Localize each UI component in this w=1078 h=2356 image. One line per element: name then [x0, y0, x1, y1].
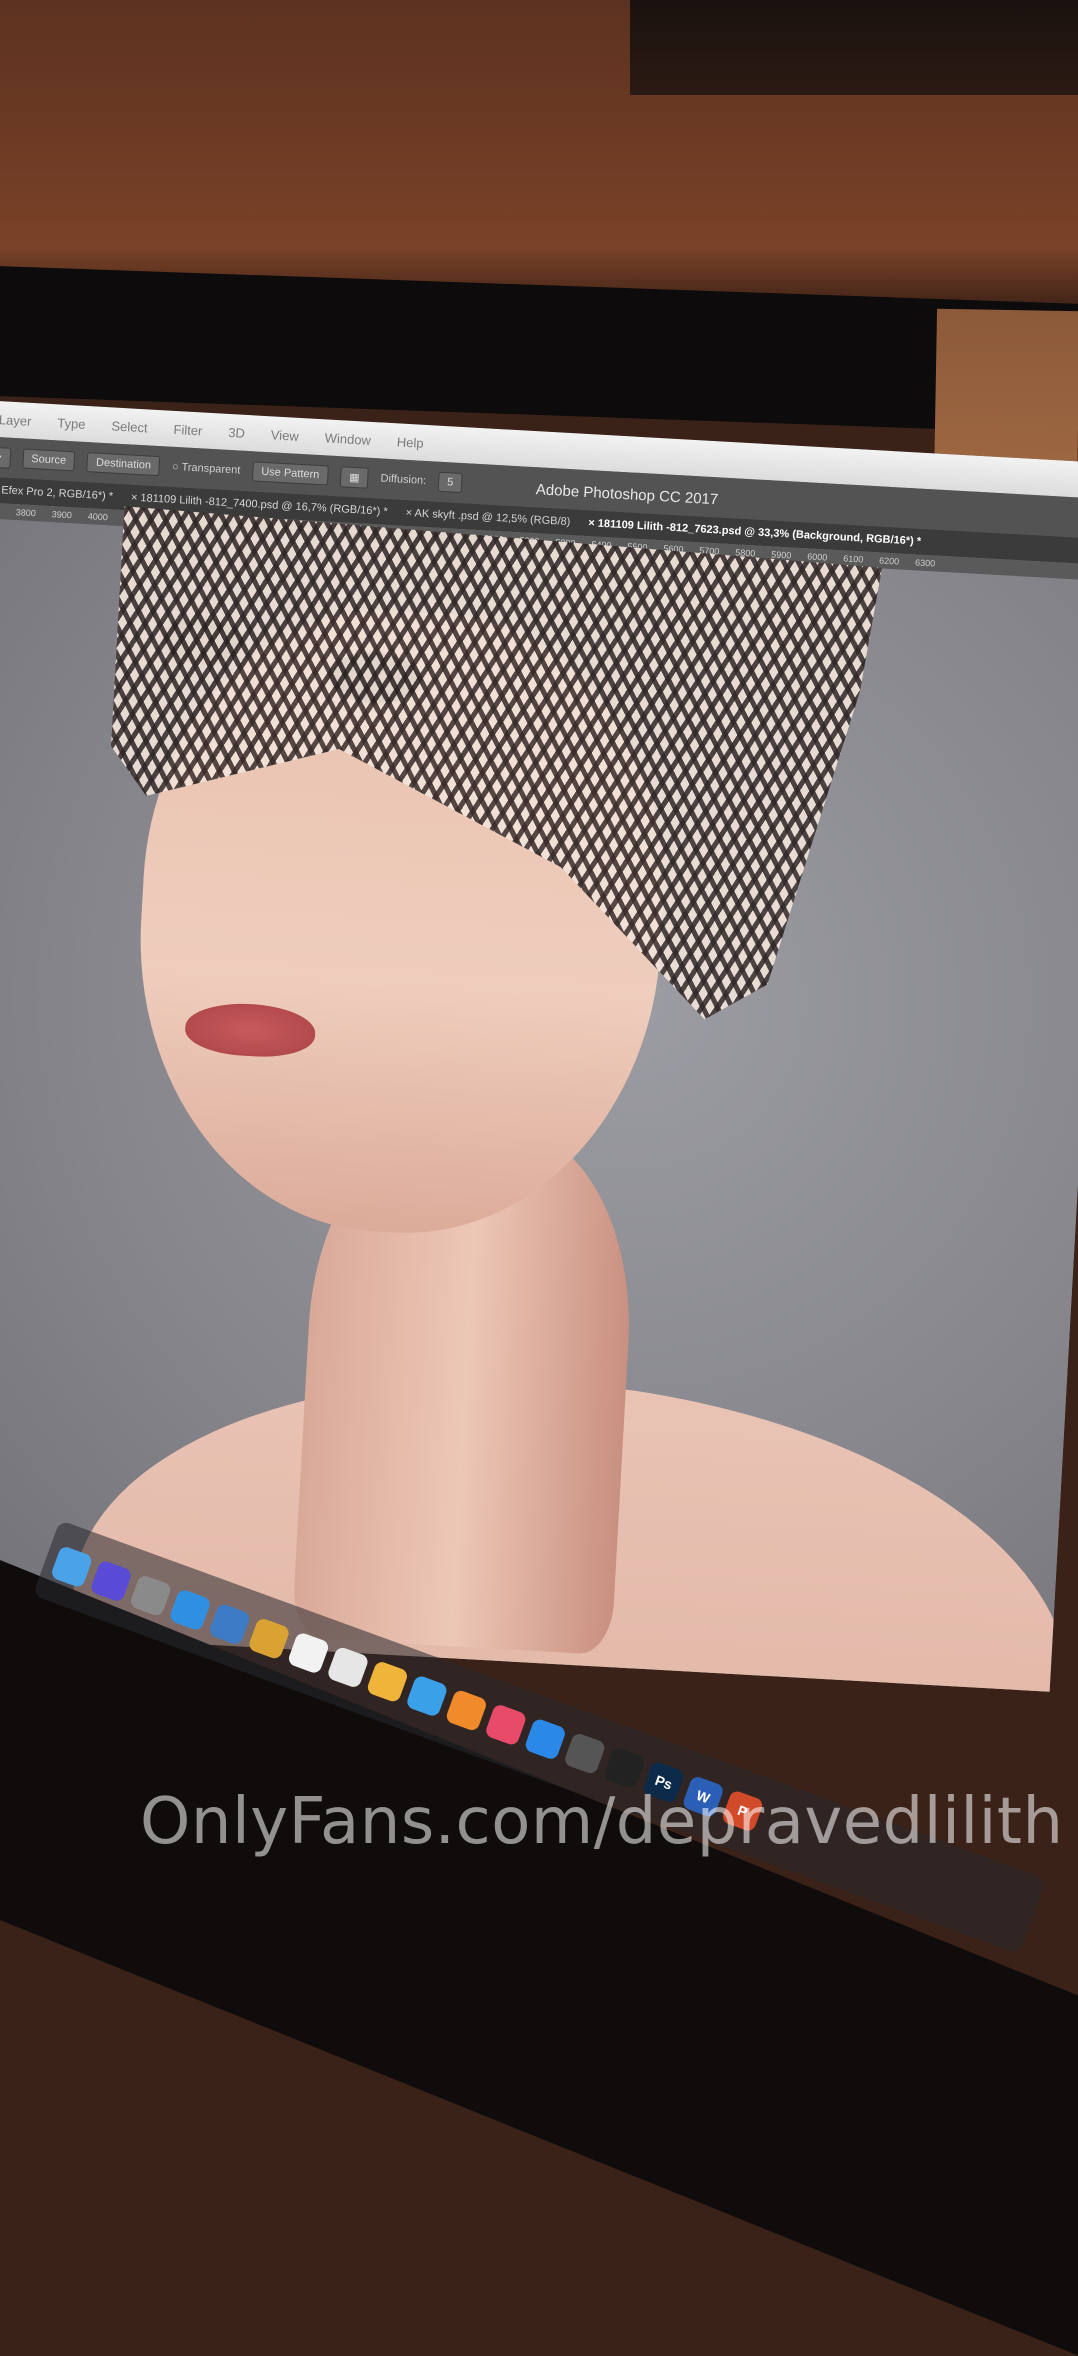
safari-icon[interactable] — [168, 1588, 212, 1632]
document-tab[interactable]: × AK skyft .psd @ 12,5% (RGB/8) — [405, 507, 570, 528]
source-button[interactable]: Source — [22, 448, 76, 471]
app-store-icon[interactable] — [524, 1717, 568, 1761]
notes-icon[interactable] — [247, 1617, 291, 1661]
books-icon[interactable] — [445, 1689, 489, 1733]
ruler-tick-label: 5900 — [771, 549, 792, 560]
ruler-tick-label: 4000 — [87, 511, 108, 522]
pattern-picker[interactable]: ▦ — [340, 466, 370, 489]
menu-item-view[interactable]: View — [270, 427, 299, 444]
menu-item-type[interactable]: Type — [57, 415, 86, 432]
background-shelf — [630, 0, 1078, 95]
messages-icon[interactable] — [405, 1674, 449, 1718]
tab-label: AK skyft .psd @ 12,5% (RGB/8) — [414, 507, 570, 528]
watermark: OnlyFans.com/depravedlilith — [140, 1785, 1064, 1859]
menu-item-window[interactable]: Window — [324, 430, 371, 448]
tool-preset-dropdown[interactable]: ▾ — [0, 446, 11, 468]
time-machine-icon[interactable] — [563, 1732, 607, 1776]
terminal-icon[interactable] — [602, 1746, 646, 1790]
photo-canvas[interactable] — [0, 518, 1078, 1692]
menu-item-select[interactable]: Select — [111, 418, 148, 435]
ruler-tick-label: 3800 — [16, 507, 37, 518]
diffusion-label: Diffusion: — [380, 472, 426, 487]
finder-icon[interactable] — [50, 1545, 94, 1589]
preview-icon[interactable] — [208, 1602, 252, 1646]
tab-label: er Efex Pro 2, RGB/16*) * — [0, 484, 113, 503]
ruler-tick-label: 6100 — [843, 553, 864, 564]
use-pattern-button[interactable]: Use Pattern — [252, 461, 329, 485]
siri-icon[interactable] — [89, 1559, 133, 1603]
transparent-checkbox[interactable]: ○ Transparent — [172, 461, 241, 477]
transparent-label: Transparent — [181, 461, 240, 476]
ruler-tick-label: 6200 — [879, 555, 900, 566]
photos-icon[interactable] — [366, 1660, 410, 1704]
monitor-screen: LayerTypeSelectFilter3DViewWindowHelp ▾ … — [0, 400, 1078, 1692]
document-icon[interactable] — [326, 1646, 370, 1690]
launchpad-icon[interactable] — [129, 1574, 173, 1618]
itunes-icon[interactable] — [484, 1703, 528, 1747]
destination-button[interactable]: Destination — [87, 452, 161, 476]
ruler-tick-label: 3900 — [52, 509, 73, 520]
diffusion-dropdown[interactable]: 5 — [438, 472, 463, 493]
document-tab[interactable]: × er Efex Pro 2, RGB/16*) * — [0, 483, 113, 502]
menu-item-help[interactable]: Help — [397, 434, 425, 450]
calendar-icon[interactable] — [287, 1631, 331, 1675]
menu-item-layer[interactable]: Layer — [0, 412, 32, 429]
menu-item-filter[interactable]: Filter — [173, 421, 203, 438]
ruler-tick-label: 6000 — [807, 551, 828, 562]
menu-item-3d[interactable]: 3D — [228, 424, 245, 440]
ruler-tick-label: 6300 — [915, 557, 936, 568]
